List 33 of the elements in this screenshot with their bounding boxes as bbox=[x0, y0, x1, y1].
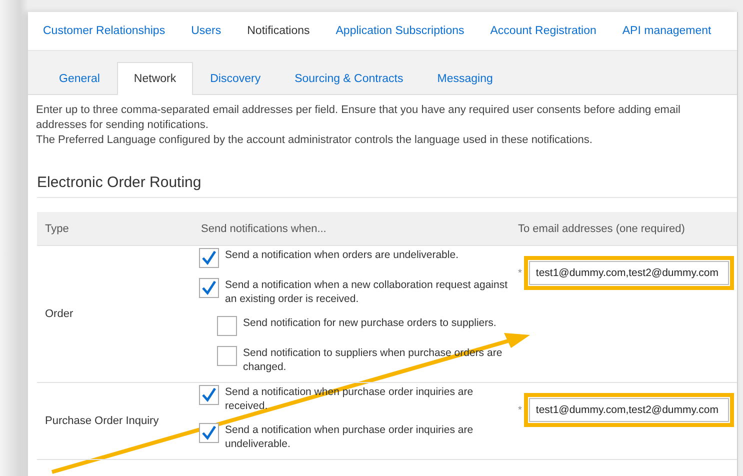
sub-tab[interactable]: General bbox=[42, 62, 117, 95]
required-mark: * bbox=[518, 268, 522, 278]
checkbox[interactable] bbox=[199, 278, 219, 298]
description-text: The Preferred Language configured by the account administrator controls the language used in these notifications. bbox=[36, 133, 594, 148]
checkbox[interactable] bbox=[217, 316, 237, 336]
option-label: Send a notification when orders are undeliverable. bbox=[225, 248, 460, 262]
description-text: Enter up to three comma-separated email addresses per field. Ensure that you have any required user consents before adding email addresses for sending notifications. bbox=[36, 103, 682, 133]
nav-tab[interactable]: Account Registration bbox=[490, 25, 596, 37]
checkbox[interactable] bbox=[199, 385, 219, 405]
option-label: Send notification for new purchase orders to suppliers. bbox=[243, 316, 498, 330]
column-header: Send notifications when... bbox=[200, 222, 328, 234]
checkbox[interactable] bbox=[199, 248, 219, 268]
column-header: To email addresses (one required) bbox=[517, 222, 686, 234]
nav-tab[interactable]: Notifications bbox=[247, 25, 310, 37]
sub-tab[interactable]: Discovery bbox=[193, 62, 278, 95]
nav-tab[interactable]: API management bbox=[622, 25, 712, 37]
sub-tab[interactable]: Network bbox=[116, 62, 194, 95]
checkbox[interactable] bbox=[199, 423, 219, 443]
nav-tab[interactable]: Customer Relationships bbox=[43, 25, 166, 37]
sub-tab[interactable]: Messaging bbox=[420, 62, 510, 95]
option-label: Send a notification when a new collaboration request against an existing order is received. bbox=[225, 278, 509, 306]
email-field[interactable]: test1@dummy.com,test2@dummy.com bbox=[528, 261, 729, 285]
required-mark: * bbox=[518, 404, 522, 416]
email-field[interactable]: test1@dummy.com,test2@dummy.com bbox=[528, 398, 729, 422]
nav-tab[interactable]: Application Subscriptions bbox=[336, 25, 464, 37]
nav-tab[interactable]: Users bbox=[191, 25, 222, 37]
type-cell-text: Purchase Order Inquiry bbox=[44, 415, 160, 427]
option-label: Send a notification when purchase order inquiries are undeliverable. bbox=[225, 423, 474, 451]
column-header: Type bbox=[44, 222, 70, 234]
section-title: Electronic Order Routing bbox=[37, 174, 737, 198]
type-cell-text: Order bbox=[44, 308, 74, 320]
sub-tab[interactable]: Sourcing & Contracts bbox=[278, 62, 420, 95]
checkbox[interactable] bbox=[217, 346, 237, 366]
